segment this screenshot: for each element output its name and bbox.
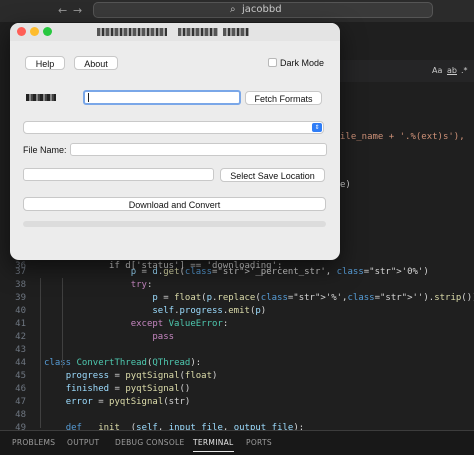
code-text: p = float(p.replace(class="str">'%',clas…	[152, 293, 474, 303]
format-dropdown[interactable]: ⇕	[23, 121, 324, 134]
save-location-input[interactable]	[23, 168, 214, 181]
code-text: class ConvertThread(QThread):	[44, 358, 202, 368]
match-case-icon[interactable]: Aa	[432, 66, 442, 75]
chevron-updown-icon[interactable]: ⇕	[312, 123, 322, 132]
code-line-fragment: ile_name + '.%(ext)s'),	[340, 132, 465, 142]
url-label-redacted	[26, 94, 56, 101]
match-word-icon[interactable]: ab	[447, 66, 457, 75]
app-title-bar	[10, 23, 340, 41]
dark-mode-label: Dark Mode	[280, 58, 325, 68]
download-convert-button[interactable]: Download and Convert	[23, 197, 326, 211]
forward-arrow-icon[interactable]: →	[73, 4, 82, 17]
line-number: 41	[15, 319, 26, 329]
line-number: 48	[15, 410, 26, 420]
indent-guide	[40, 278, 41, 428]
converter-app-window: Help About Dark Mode Fetch Formats ⇕ Fil…	[10, 23, 340, 260]
file-name-label: File Name:	[23, 145, 67, 155]
line-number: 43	[15, 345, 26, 355]
select-save-location-button[interactable]: Select Save Location	[220, 168, 325, 182]
close-window-button[interactable]	[17, 27, 26, 36]
progress-bar	[23, 221, 326, 227]
minimize-window-button[interactable]	[30, 27, 39, 36]
dark-mode-checkbox[interactable]	[268, 58, 277, 67]
line-number: 39	[15, 293, 26, 303]
zoom-window-button[interactable]	[43, 27, 52, 36]
help-button[interactable]: Help	[25, 56, 65, 70]
find-widget: Aa ab .*	[340, 60, 474, 82]
line-number: 46	[15, 384, 26, 394]
about-button[interactable]: About	[74, 56, 118, 70]
url-input[interactable]	[83, 90, 241, 105]
line-number: 42	[15, 332, 26, 342]
window-title-redacted	[223, 28, 249, 36]
fetch-formats-button[interactable]: Fetch Formats	[245, 91, 322, 105]
code-line-fragment: e)	[340, 180, 351, 190]
line-number: 37	[15, 267, 26, 277]
vscode-title-bar: ← → ⌕ jacobbd	[0, 0, 474, 23]
tab-problems[interactable]: PROBLEMS	[12, 438, 55, 447]
file-name-input[interactable]	[70, 143, 327, 156]
tab-terminal[interactable]: TERMINAL	[193, 438, 234, 452]
code-text: progress = pyqtSignal(float)	[65, 371, 218, 381]
code-text: finished = pyqtSignal()	[65, 384, 191, 394]
line-number: 38	[15, 280, 26, 290]
code-text: except ValueError:	[130, 319, 229, 329]
text-cursor	[88, 93, 89, 102]
line-number: 40	[15, 306, 26, 316]
search-text: jacobbd	[242, 4, 282, 15]
code-text: p = d.get(class="str">'_percent_str', cl…	[130, 267, 429, 277]
window-title-redacted	[178, 28, 218, 36]
code-text: self.progress.emit(p)	[152, 306, 267, 316]
code-text: try:	[130, 280, 153, 290]
search-icon: ⌕	[230, 4, 236, 15]
regex-icon[interactable]: .*	[461, 66, 468, 75]
panel-tab-bar: PROBLEMS OUTPUT DEBUG CONSOLE TERMINAL P…	[0, 430, 474, 455]
line-number: 47	[15, 397, 26, 407]
code-text: pass	[152, 332, 175, 342]
command-center-search[interactable]: ⌕ jacobbd	[93, 2, 433, 18]
line-number: 44	[15, 358, 26, 368]
tab-output[interactable]: OUTPUT	[67, 438, 99, 447]
line-number: 45	[15, 371, 26, 381]
back-arrow-icon[interactable]: ←	[58, 4, 67, 17]
tab-ports[interactable]: PORTS	[246, 438, 272, 447]
indent-guide	[62, 278, 63, 368]
code-text: error = pyqtSignal(str)	[65, 397, 191, 407]
tab-debug-console[interactable]: DEBUG CONSOLE	[115, 438, 185, 447]
window-title-redacted	[97, 28, 167, 36]
